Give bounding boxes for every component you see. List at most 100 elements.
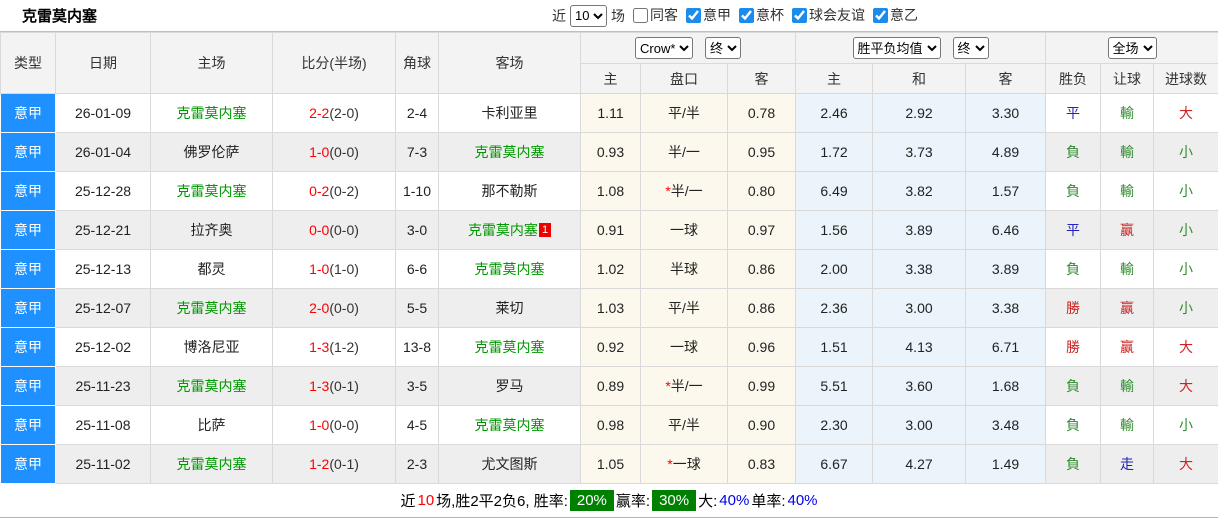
filter-checkbox[interactable]	[686, 8, 701, 23]
halftime-score: (0-0)	[329, 300, 359, 316]
table-row: 意甲25-12-02博洛尼亚1-3(1-2)13-8克雷莫内塞0.92一球0.9…	[1, 328, 1218, 367]
league-cell: 意甲	[1, 172, 56, 211]
eu-away-odds-cell: 1.49	[966, 445, 1046, 484]
eu-draw-odds-cell: 3.73	[873, 133, 966, 172]
result-wdl-cell: 負	[1046, 406, 1101, 445]
eu-home-odds-cell: 2.30	[796, 406, 873, 445]
date-cell: 25-12-28	[56, 172, 151, 211]
score-cell: 1-0(1-0)	[273, 250, 396, 289]
team-title: 克雷莫内塞	[22, 5, 97, 26]
home-team-cell: 都灵	[151, 250, 273, 289]
ah-away-odds-cell: 0.78	[728, 94, 796, 133]
table-row: 意甲25-12-13都灵1-0(1-0)6-6克雷莫内塞1.02半球0.862.…	[1, 250, 1218, 289]
away-team-name: 尤文图斯	[482, 456, 538, 472]
recent-suffix-label: 场	[611, 6, 625, 26]
ah-home-odds-cell: 1.11	[581, 94, 641, 133]
filter-controls: 近 10 场 同客意甲意杯球会友谊意乙	[552, 5, 918, 27]
home-team-name: 佛罗伦萨	[184, 144, 240, 160]
result-wdl-cell: 平	[1046, 211, 1101, 250]
filter-item: 意杯	[739, 5, 784, 25]
euro-odds-time-select[interactable]: 终	[953, 37, 989, 59]
score-cell: 1-0(0-0)	[273, 406, 396, 445]
ah-line-text: 半/一	[668, 144, 700, 160]
ah-home-odds-cell: 0.89	[581, 367, 641, 406]
ah-home-odds-cell: 1.03	[581, 289, 641, 328]
result-goals-cell: 大	[1154, 367, 1218, 406]
home-team-cell: 比萨	[151, 406, 273, 445]
period-select[interactable]: 全场	[1108, 37, 1157, 59]
col-header-type: 类型	[1, 33, 56, 94]
score-cell: 2-0(0-0)	[273, 289, 396, 328]
halftime-score: (0-1)	[329, 456, 359, 472]
red-card-badge: 1	[539, 223, 551, 237]
home-team-cell: 佛罗伦萨	[151, 133, 273, 172]
corners-cell: 2-3	[396, 445, 439, 484]
ah-home-odds-cell: 0.92	[581, 328, 641, 367]
date-cell: 26-01-09	[56, 94, 151, 133]
eu-home-odds-cell: 1.51	[796, 328, 873, 367]
eu-away-odds-cell: 1.68	[966, 367, 1046, 406]
eu-draw-odds-cell: 3.82	[873, 172, 966, 211]
bookmaker-select[interactable]: Crow*	[635, 37, 693, 59]
corners-cell: 6-6	[396, 250, 439, 289]
home-team-name: 拉齐奥	[191, 222, 233, 238]
filter-checkbox[interactable]	[739, 8, 754, 23]
asian-odds-time-select[interactable]: 终	[705, 37, 741, 59]
result-goals-cell: 小	[1154, 133, 1218, 172]
league-cell: 意甲	[1, 211, 56, 250]
away-team-name: 克雷莫内塞	[475, 261, 545, 277]
fulltime-score: 1-0	[309, 144, 329, 160]
filter-label: 意杯	[756, 5, 784, 25]
filter-item: 同客	[633, 5, 678, 25]
away-team-cell: 罗马	[439, 367, 581, 406]
filter-checkbox[interactable]	[873, 8, 888, 23]
result-handicap-cell: 輸	[1101, 94, 1154, 133]
match-history-panel: 克雷莫内塞 近 10 场 同客意甲意杯球会友谊意乙 类型 日期 主场 比分(半场…	[0, 0, 1218, 489]
col-header-eu-home: 主	[796, 64, 873, 94]
summary-segment: 场,胜2平2负6, 胜率:	[436, 490, 568, 511]
result-wdl-cell: 平	[1046, 94, 1101, 133]
filter-label: 球会友谊	[809, 5, 865, 25]
eu-draw-odds-cell: 3.60	[873, 367, 966, 406]
summary-segment: 单率:	[751, 490, 785, 511]
eu-home-odds-cell: 1.56	[796, 211, 873, 250]
ah-away-odds-cell: 0.80	[728, 172, 796, 211]
col-header-ah-line: 盘口	[641, 64, 728, 94]
fulltime-score: 1-0	[309, 261, 329, 277]
summary-segment: 近	[400, 490, 415, 511]
corners-cell: 2-4	[396, 94, 439, 133]
result-goals-cell: 小	[1154, 289, 1218, 328]
ah-line-text: 平/半	[668, 105, 700, 121]
eu-away-odds-cell: 3.89	[966, 250, 1046, 289]
home-team-name: 都灵	[198, 261, 226, 277]
table-row: 意甲25-12-07克雷莫内塞2-0(0-0)5-5莱切1.03平/半0.862…	[1, 289, 1218, 328]
result-wdl-cell: 負	[1046, 172, 1101, 211]
result-goals-cell: 大	[1154, 445, 1218, 484]
away-team-name: 莱切	[496, 300, 524, 316]
col-header-eu-draw: 和	[873, 64, 966, 94]
halftime-score: (0-2)	[329, 183, 359, 199]
ah-home-odds-cell: 1.08	[581, 172, 641, 211]
ah-line-cell: 半球	[641, 250, 728, 289]
recent-count-select[interactable]: 10	[570, 5, 607, 27]
date-cell: 25-11-02	[56, 445, 151, 484]
ah-line-cell: 平/半	[641, 406, 728, 445]
table-row: 意甲25-12-28克雷莫内塞0-2(0-2)1-10那不勒斯1.08*半/一0…	[1, 172, 1218, 211]
filter-checkbox[interactable]	[792, 8, 807, 23]
score-cell: 0-2(0-2)	[273, 172, 396, 211]
eu-draw-odds-cell: 3.89	[873, 211, 966, 250]
euro-odds-type-select[interactable]: 胜平负均值	[853, 37, 941, 59]
away-team-cell: 尤文图斯	[439, 445, 581, 484]
ah-away-odds-cell: 0.86	[728, 250, 796, 289]
eu-draw-odds-cell: 3.00	[873, 406, 966, 445]
filter-item: 球会友谊	[792, 5, 865, 25]
filter-checkbox[interactable]	[633, 8, 648, 23]
ah-home-odds-cell: 1.02	[581, 250, 641, 289]
table-row: 意甲25-11-02克雷莫内塞1-2(0-1)2-3尤文图斯1.05*一球0.8…	[1, 445, 1218, 484]
filter-item: 意甲	[686, 5, 731, 25]
ah-home-odds-cell: 0.93	[581, 133, 641, 172]
fulltime-score: 0-2	[309, 183, 329, 199]
fulltime-score: 0-0	[309, 222, 329, 238]
home-team-name: 比萨	[198, 417, 226, 433]
eu-draw-odds-cell: 4.13	[873, 328, 966, 367]
